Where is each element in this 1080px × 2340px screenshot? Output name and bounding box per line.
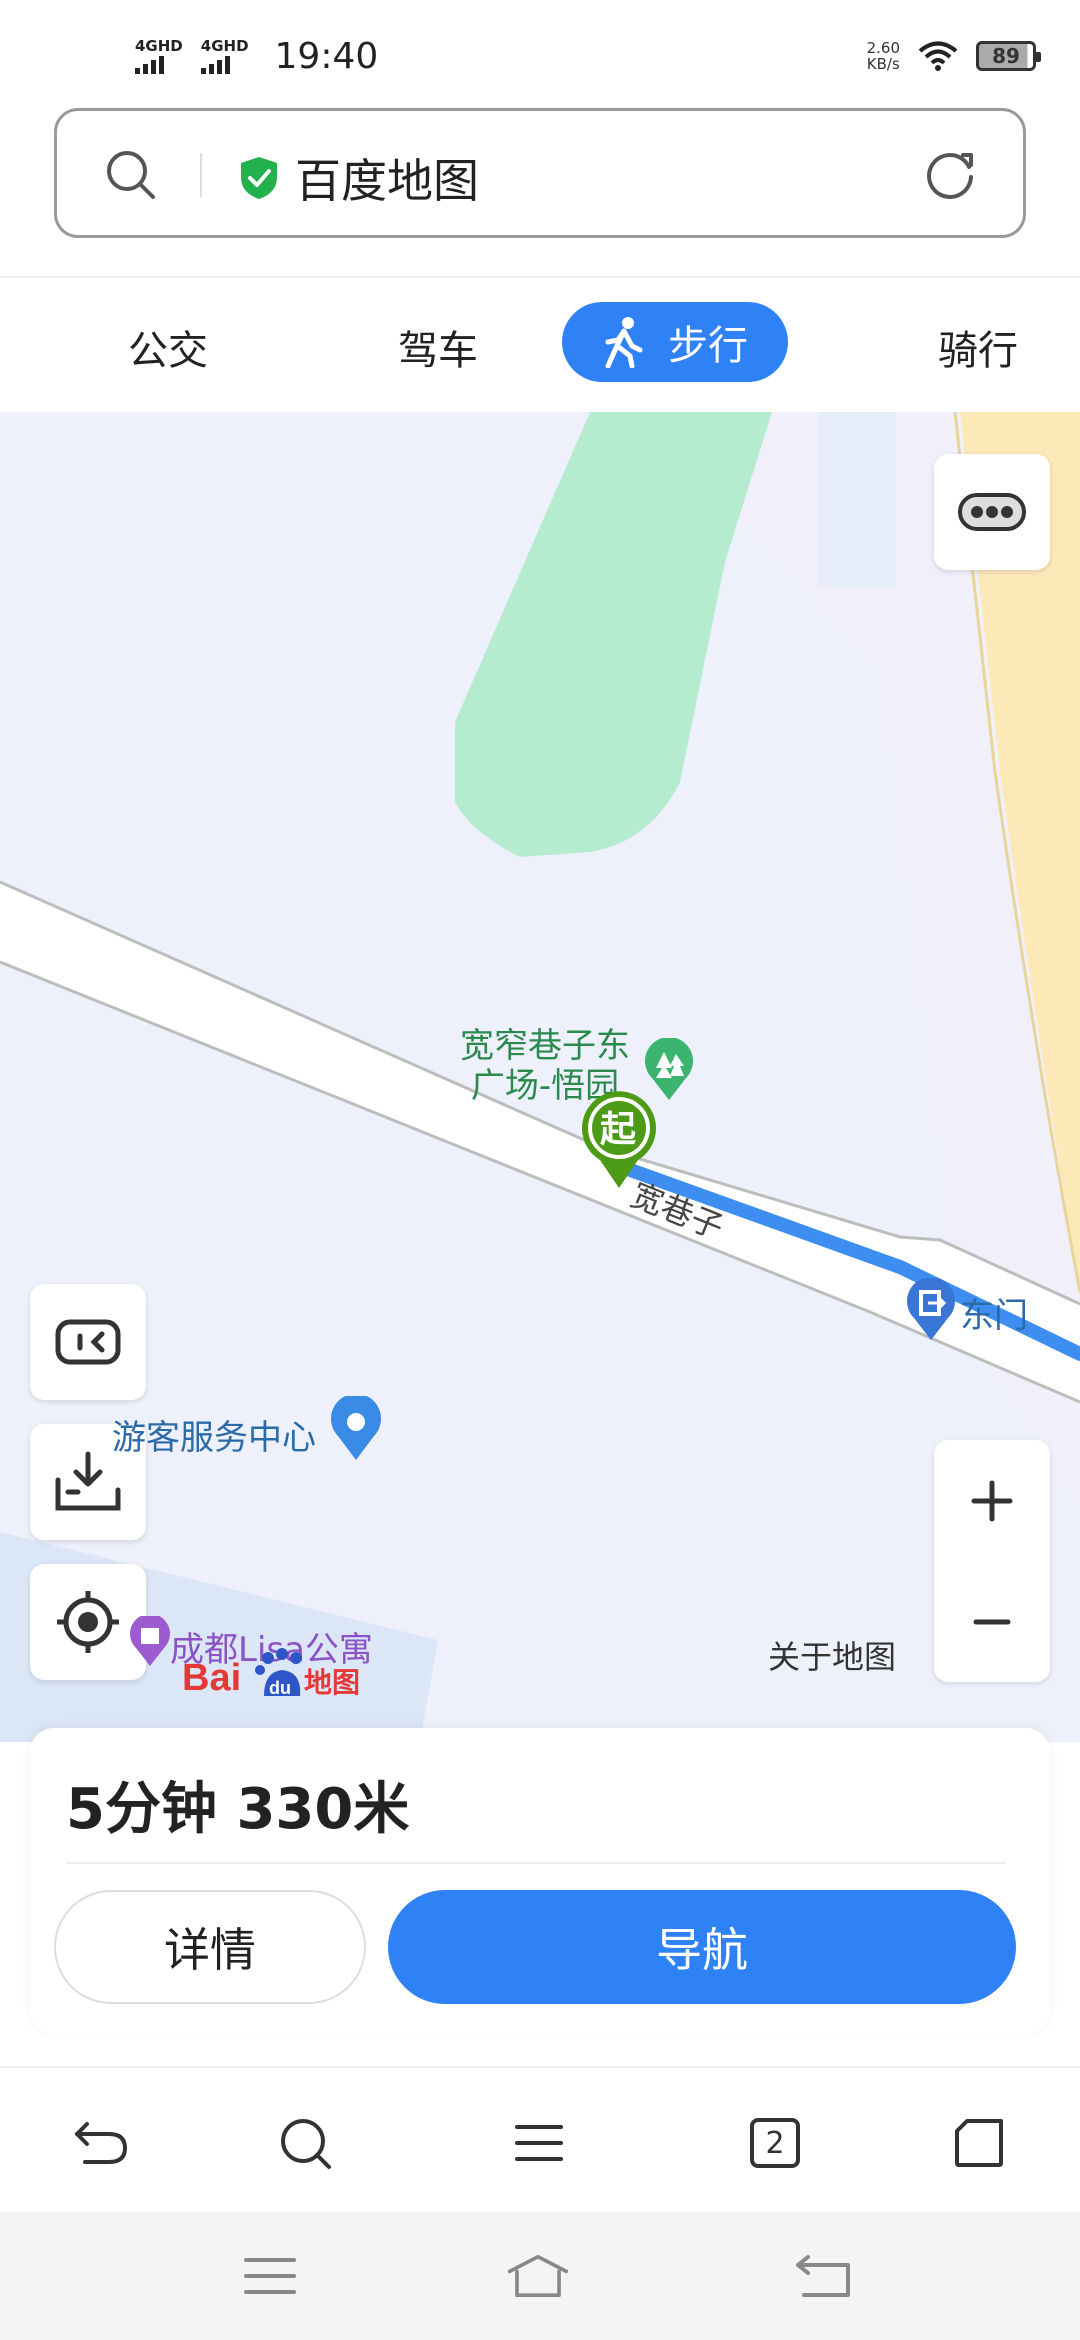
signal-label-2: 4GHD [200, 37, 249, 55]
system-home-icon [507, 2254, 569, 2298]
svg-text:du: du [269, 1678, 291, 1698]
system-menu-button[interactable] [238, 2244, 302, 2308]
zoom-control [934, 1440, 1050, 1682]
back-arrow-icon [75, 2122, 128, 2164]
tab-drive[interactable]: 驾车 [398, 318, 478, 376]
signal-icon-1: 4GHD [135, 39, 183, 74]
status-left: 4GHD 4GHD 19:40 [135, 36, 378, 77]
search-separator [200, 153, 202, 197]
system-back-button[interactable] [792, 2244, 856, 2308]
page-title[interactable]: 百度地图 [295, 145, 479, 211]
hotel-poi-icon[interactable] [128, 1616, 172, 1668]
zoom-in-icon[interactable] [968, 1477, 1016, 1525]
poi-square-line1: 宽窄巷子东 [460, 1026, 630, 1066]
vr-view-button[interactable] [30, 1284, 146, 1400]
speed-value: 2.60 [866, 39, 900, 57]
navigate-button[interactable]: 导航 [388, 1890, 1016, 2004]
visitor-center-label[interactable]: 游客服务中心 [112, 1410, 316, 1459]
svg-text:地图: 地图 [304, 1666, 360, 1699]
walking-person-icon [605, 317, 643, 368]
speed-unit: KB/s [866, 55, 900, 73]
back-button[interactable] [66, 2108, 136, 2178]
network-speed: 2.60 KB/s [867, 40, 900, 72]
zoom-out-icon[interactable] [968, 1598, 1016, 1646]
toolbar-search-button[interactable] [270, 2108, 340, 2178]
traffic-icon [958, 493, 1026, 531]
location-pin-icon[interactable] [328, 1396, 384, 1462]
start-marker-label: 起 [600, 1109, 637, 1150]
menu-icon [515, 2125, 563, 2161]
system-nav-bar [0, 2212, 1080, 2340]
svg-text:Bai: Bai [182, 1657, 241, 1699]
clock: 19:40 [274, 36, 379, 77]
baidu-logo: Bai du 地图 [180, 1642, 365, 1704]
status-bar: 4GHD 4GHD 19:40 2.60 KB/s 89 [0, 0, 1080, 110]
address-bar[interactable]: 百度地图 [54, 108, 1026, 238]
about-map-link[interactable]: 关于地图 [768, 1632, 896, 1678]
search-icon[interactable] [103, 147, 159, 203]
system-home-button[interactable] [506, 2244, 570, 2308]
details-button[interactable]: 详情 [54, 1890, 366, 2004]
sheet-divider [66, 1862, 1006, 1864]
battery-icon: 89 [976, 41, 1041, 71]
menu-button[interactable] [504, 2108, 574, 2178]
security-shield-icon [241, 157, 277, 199]
entrance-poi-icon[interactable] [904, 1278, 958, 1342]
signal-icon-2: 4GHD [200, 37, 249, 74]
battery-level: 89 [992, 44, 1020, 68]
download-icon [55, 1451, 121, 1511]
home-button[interactable] [944, 2108, 1014, 2178]
map-view[interactable]: 宽窄巷子东 广场-悟园 起 宽巷子 东门 游客服务中心 成都Lisa公寓 Bai… [0, 412, 1080, 1742]
transport-tabs: 公交 驾车 步行 骑行 [0, 276, 1080, 412]
east-gate-label[interactable]: 东门 [960, 1288, 1028, 1337]
tab-walk-label: 步行 [668, 323, 748, 369]
route-summary: 5分钟 330米 [66, 1777, 410, 1842]
status-right: 2.60 KB/s 89 [867, 40, 1041, 72]
toolbar-search-icon [281, 2119, 331, 2169]
home-icon [955, 2119, 1003, 2167]
refresh-icon[interactable] [923, 147, 979, 203]
traffic-toggle-button[interactable] [934, 454, 1050, 570]
locate-icon [57, 1591, 119, 1653]
tab-bus[interactable]: 公交 [128, 318, 208, 376]
baidu-logo-mark: Bai du 地图 [182, 1648, 360, 1699]
wifi-icon [918, 41, 958, 71]
system-back-icon [796, 2255, 850, 2297]
tab-count: 2 [765, 2125, 785, 2161]
system-menu-icon [244, 2258, 296, 2294]
browser-toolbar: 2 [0, 2066, 1080, 2212]
signal-label-1: 4GHD [135, 37, 183, 55]
tab-ride[interactable]: 骑行 [938, 318, 1018, 376]
tab-walk[interactable]: 步行 [562, 302, 788, 382]
panorama-icon [55, 1319, 121, 1365]
tabs-button[interactable]: 2 [740, 2108, 810, 2178]
route-summary-sheet: 5分钟 330米 详情 导航 [30, 1728, 1050, 2034]
